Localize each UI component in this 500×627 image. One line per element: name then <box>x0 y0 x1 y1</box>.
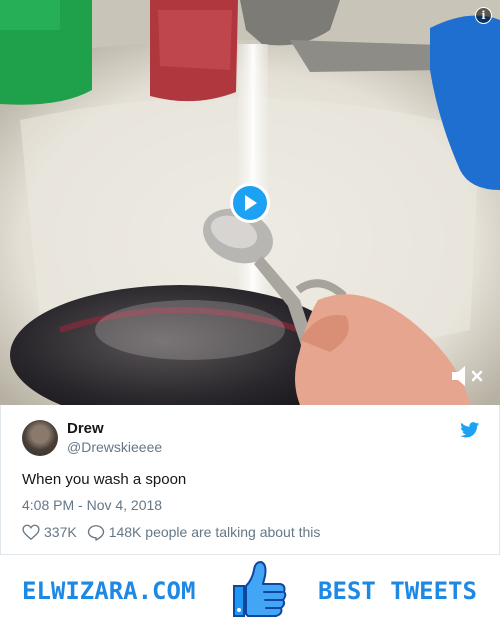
author-name[interactable]: Drew <box>67 420 104 437</box>
muted-speaker-icon[interactable] <box>450 362 486 390</box>
tweet-timestamp[interactable]: 4:08 PM - Nov 4, 2018 <box>22 497 162 513</box>
site-name[interactable]: ELWIZARA.COM <box>22 577 195 605</box>
like-button[interactable]: 337K <box>22 524 77 540</box>
play-icon <box>245 195 257 211</box>
speech-bubble-icon <box>87 524 104 541</box>
tweet-actions: 337K 148K people are talking about this <box>22 523 320 541</box>
avatar[interactable] <box>22 420 58 456</box>
video-player[interactable]: i <box>0 0 500 405</box>
twitter-bird-icon[interactable] <box>460 422 480 438</box>
tweet-text: When you wash a spoon <box>22 471 187 488</box>
thumbs-up-icon <box>233 561 287 617</box>
play-button[interactable] <box>230 183 270 223</box>
tweet-card: Drew @Drewskieeee When you wash a spoon … <box>0 405 500 555</box>
like-count: 337K <box>44 524 77 540</box>
heart-icon <box>22 524 40 540</box>
conversation-link[interactable]: 148K people are talking about this <box>87 524 321 541</box>
talking-count: 148K people are talking about this <box>108 524 321 540</box>
info-icon[interactable]: i <box>475 7 492 24</box>
tagline: BEST TWEETS <box>318 577 477 605</box>
author-handle[interactable]: @Drewskieeee <box>67 439 162 455</box>
